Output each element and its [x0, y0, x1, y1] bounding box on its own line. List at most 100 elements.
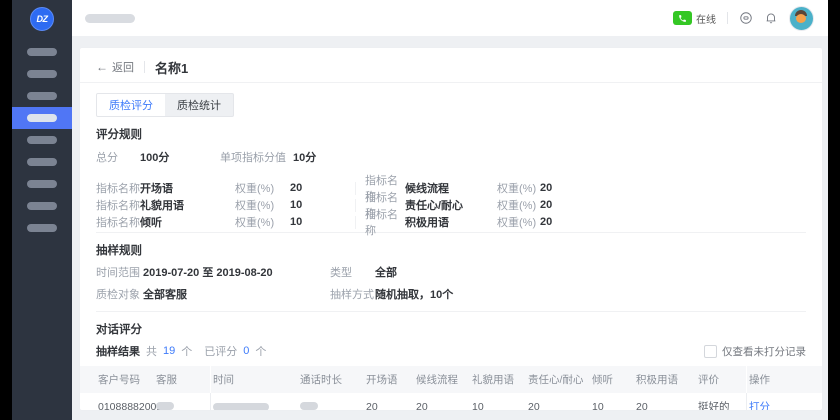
sidebar-item[interactable] [12, 41, 72, 63]
indicator-row: 指标名称开场语权重(%)20指标名称候线流程权重(%)20 [96, 172, 806, 189]
topbar-menu-placeholder[interactable] [85, 14, 135, 23]
unit-label: 个 [181, 343, 192, 359]
divider [355, 216, 356, 229]
sampling-method-value: 随机抽取，10个 [375, 286, 806, 302]
divider [355, 182, 356, 195]
sidebar: DZ [12, 0, 72, 420]
sidebar-item-placeholder [27, 202, 57, 210]
sidebar-item[interactable] [12, 217, 72, 239]
column-header: 积极用语 [634, 372, 696, 387]
divider [727, 12, 728, 24]
sidebar-item-placeholder [27, 180, 57, 188]
table-row[interactable]: 01088882001202010201020挺好的打分 [80, 393, 822, 410]
sidebar-item[interactable] [12, 151, 72, 173]
column-header: 礼貌用语 [470, 372, 526, 387]
sidebar-item[interactable] [12, 195, 72, 217]
tab-group: 质检评分 质检统计 [96, 93, 234, 117]
duration-cell [298, 401, 364, 411]
column-header: 责任心/耐心 [526, 372, 590, 387]
sidebar-item[interactable] [12, 63, 72, 85]
sidebar-item-placeholder [27, 114, 57, 122]
divider [96, 311, 806, 312]
sidebar-item[interactable] [12, 85, 72, 107]
indicator-name-label: 指标名称 [96, 180, 140, 196]
agent-placeholder [156, 402, 174, 410]
section-title-dialog-score: 对话评分 [96, 321, 806, 337]
sidebar-item-placeholder [27, 92, 57, 100]
tab-quality-score[interactable]: 质检评分 [97, 94, 165, 116]
tab-quality-stats[interactable]: 质检统计 [165, 94, 233, 116]
score-cell: 20 [634, 401, 696, 411]
weight-value: 20 [540, 199, 806, 211]
type-value: 全部 [375, 264, 806, 280]
single-indicator-value: 10分 [293, 149, 806, 165]
sidebar-item[interactable] [12, 173, 72, 195]
section-title-score-rules: 评分规则 [96, 126, 806, 142]
divider [144, 61, 145, 73]
score-cell: 20 [526, 401, 590, 411]
back-arrow-icon: ← [96, 61, 108, 73]
divider [96, 232, 806, 233]
score-action-link[interactable]: 打分 [749, 399, 770, 410]
scored-count: 0 [243, 345, 249, 357]
indicator-name-label: 指标名称 [96, 197, 140, 213]
unscored-filter-label: 仅查看未打分记录 [722, 344, 806, 359]
sidebar-item[interactable] [12, 129, 72, 151]
sidebar-item-placeholder [27, 158, 57, 166]
weight-value: 10 [290, 199, 355, 211]
customer-number-cell: 01088882001 [80, 401, 154, 411]
weight-label: 权重(%) [235, 197, 290, 213]
sidebar-item-placeholder [27, 48, 57, 56]
weight-value: 20 [290, 182, 355, 194]
time-placeholder [213, 403, 269, 411]
operation-cell: 打分 [746, 393, 822, 410]
indicator-name-value: 开场语 [140, 180, 235, 196]
total-score-label: 总分 [96, 149, 140, 165]
indicator-name-value: 积极用语 [405, 214, 497, 230]
agent-status-toggle[interactable]: 在线 [673, 11, 716, 26]
weight-value: 10 [290, 216, 355, 228]
evaluation-cell: 挺好的 [696, 399, 746, 410]
indicator-name-value: 候线流程 [405, 180, 497, 196]
topbar: 在线 [72, 0, 828, 36]
weight-label: 权重(%) [497, 197, 540, 213]
unit-label: 个 [255, 343, 266, 359]
total-label: 共 [146, 343, 157, 359]
type-label: 类型 [330, 264, 375, 280]
app-logo[interactable]: DZ [30, 7, 54, 31]
divider [355, 199, 356, 212]
sidebar-item-placeholder [27, 136, 57, 144]
sidebar-item-placeholder [27, 224, 57, 232]
user-avatar[interactable] [789, 6, 814, 31]
inspect-target-label: 质检对象 [96, 286, 143, 302]
total-count: 19 [163, 345, 175, 357]
unscored-filter-checkbox[interactable] [704, 345, 717, 358]
column-header: 通话时长 [298, 372, 364, 387]
score-cell: 10 [470, 401, 526, 411]
back-label: 返回 [112, 59, 134, 75]
sample-result-label: 抽样结果 [96, 343, 140, 359]
bell-icon[interactable] [764, 11, 778, 25]
score-cell: 20 [414, 401, 470, 411]
unscored-filter[interactable]: 仅查看未打分记录 [704, 344, 806, 359]
agent-cell [154, 401, 210, 411]
column-header: 开场语 [364, 372, 414, 387]
score-cell: 20 [364, 401, 414, 411]
help-circle-icon[interactable] [739, 11, 753, 25]
weight-value: 20 [540, 182, 806, 194]
sidebar-item-placeholder [27, 70, 57, 78]
phone-icon [673, 11, 692, 25]
back-button[interactable]: ← 返回 [96, 59, 134, 75]
sidebar-nav [12, 41, 72, 239]
indicator-name-label: 指标名称 [96, 214, 140, 230]
inspect-target-value: 全部客服 [143, 286, 330, 302]
column-header: 客服 [154, 372, 210, 387]
detail-card: ← 返回 名称1 质检评分 质检统计 评分规则 总分 100分 单项指标分值 1… [80, 48, 822, 410]
time-range-label: 时间范围 [96, 264, 143, 280]
indicator-list: 指标名称开场语权重(%)20指标名称候线流程权重(%)20指标名称礼貌用语权重(… [96, 172, 806, 223]
sidebar-item[interactable] [12, 107, 72, 129]
indicator-name-label: 指标名称 [365, 206, 405, 238]
column-header: 候线流程 [414, 372, 470, 387]
section-title-sampling-rules: 抽样规则 [96, 242, 806, 258]
column-header: 时间 [210, 366, 298, 393]
